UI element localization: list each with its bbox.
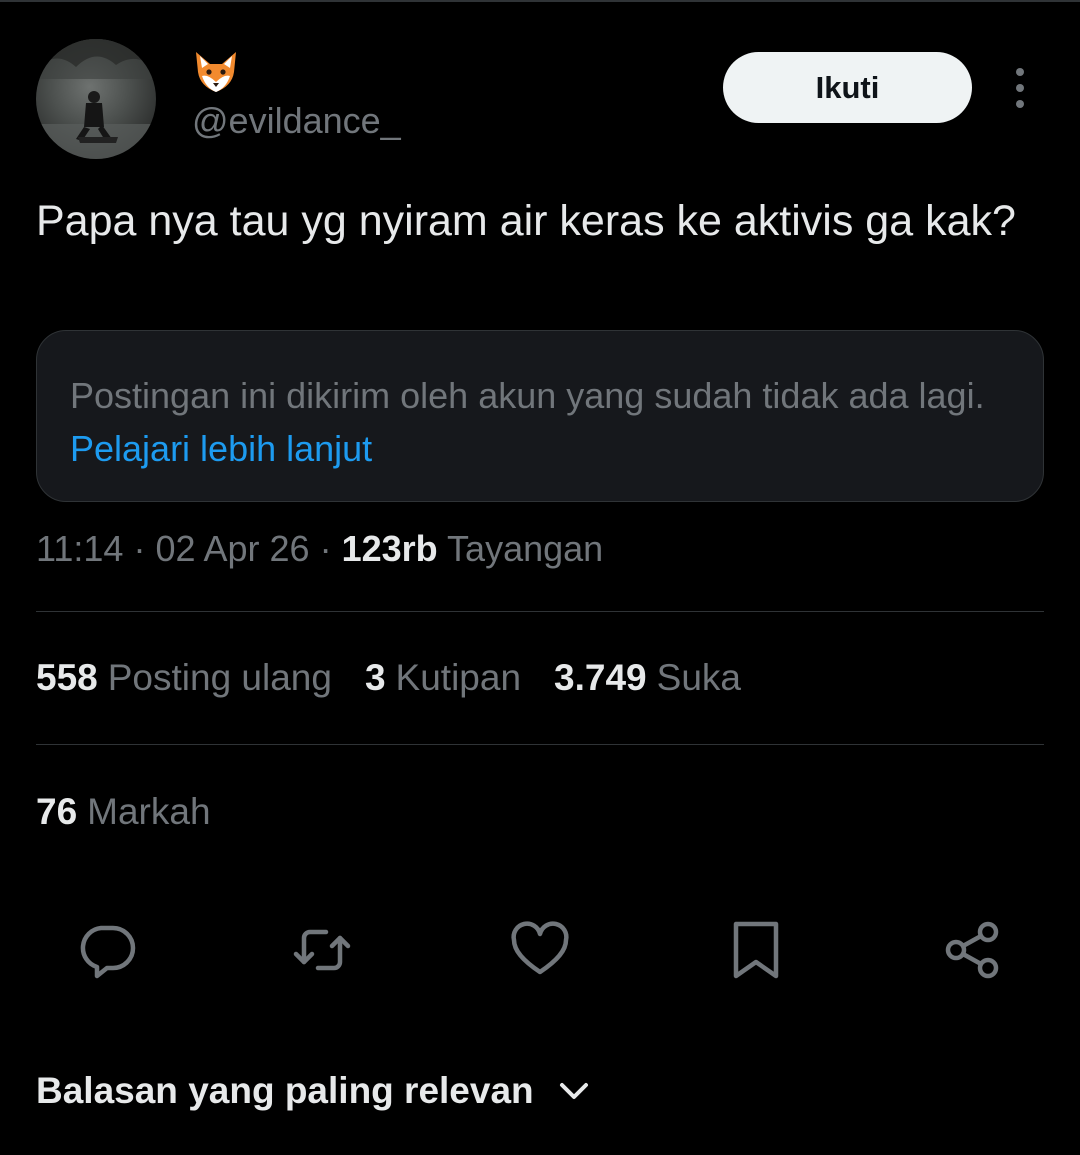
views-count: 123rb — [341, 528, 438, 569]
learn-more-link[interactable]: Pelajari lebih lanjut — [70, 428, 372, 469]
repost-icon[interactable] — [290, 918, 354, 982]
likes-label: Suka — [656, 657, 741, 698]
bookmarks-count: 76 — [36, 791, 78, 832]
replies-sort-label: Balasan yang paling relevan — [36, 1070, 534, 1111]
follow-button[interactable]: Ikuti — [723, 52, 972, 123]
tweet-text: Papa nya tau yg nyiram air keras ke akti… — [36, 197, 1016, 245]
dot — [1016, 84, 1024, 92]
separator-dot: · — [319, 528, 332, 569]
avatar[interactable] — [36, 39, 156, 159]
dot — [1016, 100, 1024, 108]
engagement-stats: 558 Posting ulang 3 Kutipan 3.749 Suka — [36, 657, 774, 699]
quotes-label: Kutipan — [395, 657, 522, 698]
likes-count: 3.749 — [554, 657, 647, 698]
tweet-date: 02 Apr 26 — [155, 528, 310, 569]
deleted-account-notice: Postingan ini dikirim oleh akun yang sud… — [36, 330, 1044, 502]
like-icon[interactable] — [508, 918, 572, 982]
share-icon[interactable] — [940, 918, 1004, 982]
divider — [36, 611, 1044, 612]
views-label: Tayangan — [447, 528, 604, 569]
bookmark-icon[interactable] — [724, 918, 788, 982]
divider — [36, 744, 1044, 745]
likes-stat[interactable]: 3.749 Suka — [554, 657, 741, 699]
reposts-count: 558 — [36, 657, 98, 698]
top-divider — [0, 0, 1080, 2]
bookmarks-stat[interactable]: 76 Markah — [36, 791, 211, 833]
separator-dot: · — [133, 528, 146, 569]
reposts-label: Posting ulang — [107, 657, 332, 698]
bookmarks-label: Markah — [87, 791, 211, 832]
fox-face-icon — [192, 50, 240, 94]
reposts-stat[interactable]: 558 Posting ulang — [36, 657, 332, 699]
quotes-stat[interactable]: 3 Kutipan — [365, 657, 521, 699]
notice-text: Postingan ini dikirim oleh akun yang sud… — [70, 375, 985, 416]
dot — [1016, 68, 1024, 76]
quotes-count: 3 — [364, 657, 386, 698]
replies-sort-dropdown[interactable]: Balasan yang paling relevan — [36, 1070, 592, 1112]
tweet-time: 11:14 — [36, 528, 124, 569]
tweet-meta: 11:14 · 02 Apr 26 · 123rb Tayangan — [36, 528, 603, 570]
user-handle[interactable]: @evildance_ — [192, 100, 401, 142]
reply-icon[interactable] — [75, 918, 139, 982]
more-options-icon[interactable] — [1004, 68, 1036, 108]
chevron-down-icon — [556, 1073, 592, 1109]
